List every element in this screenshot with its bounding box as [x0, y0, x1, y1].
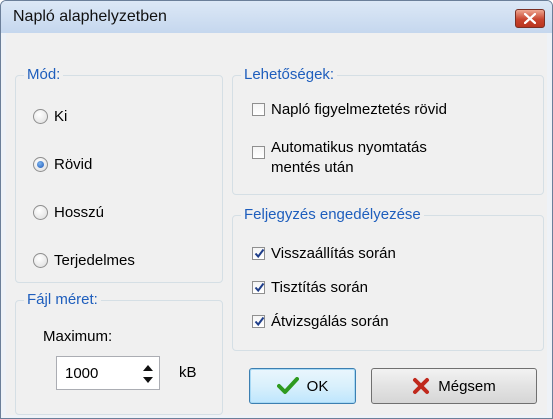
radio-indicator-selected[interactable] — [33, 157, 48, 172]
checkbox-label: Visszaállítás során — [271, 245, 396, 262]
checkmark-icon — [254, 248, 265, 259]
radio-indicator[interactable] — [33, 253, 48, 268]
cancel-button-label: Mégsem — [438, 377, 496, 395]
checkmark-ok-icon — [276, 377, 299, 394]
checkbox-label: Napló figyelmeztetés rövid — [271, 101, 447, 118]
checkmark-icon — [254, 282, 265, 293]
window-title: Napló alaphelyzetben — [13, 8, 167, 25]
ok-button-label: OK — [306, 377, 329, 395]
checkbox-indicator[interactable] — [252, 103, 265, 116]
checkbox-log-restore[interactable]: Visszaállítás során — [252, 245, 396, 262]
checkbox-indicator-checked[interactable] — [252, 281, 265, 294]
spin-arrows-icon[interactable] — [141, 362, 155, 386]
checkbox-indicator-checked[interactable] — [252, 247, 265, 260]
cancel-button[interactable]: Mégsem — [371, 368, 537, 404]
radio-label: Hosszú — [54, 204, 105, 221]
checkbox-label-line1: Automatikus nyomtatás — [271, 139, 427, 156]
size-unit-label: kB — [179, 364, 197, 381]
ok-button[interactable]: OK — [249, 368, 356, 404]
title-bar[interactable]: Napló alaphelyzetben — [1, 1, 552, 33]
options-legend: Lehetőségek: — [241, 66, 338, 84]
dialog-client-area: Mód: Ki Rövid Hosszú Terjedelmes Fájl mé… — [6, 33, 547, 415]
radio-label: Terjedelmes — [54, 252, 135, 269]
checkbox-log-scan[interactable]: Átvizsgálás során — [252, 313, 389, 330]
options-group: Lehetőségek: Napló figyelmeztetés rövid … — [232, 66, 544, 195]
checkbox-auto-print[interactable]: Automatikus nyomtatás mentés után — [252, 138, 427, 178]
close-button[interactable] — [515, 9, 545, 28]
radio-mode-off[interactable]: Ki — [33, 108, 67, 125]
close-icon — [524, 13, 536, 24]
maximum-label: Maximum: — [43, 328, 113, 345]
checkbox-log-clean[interactable]: Tisztítás során — [252, 279, 368, 296]
dialog-window: Napló alaphelyzetben Mód: Ki Rövid Hossz… — [0, 0, 553, 419]
checkbox-short-log-warning[interactable]: Napló figyelmeztetés rövid — [252, 101, 447, 118]
max-size-spinbox[interactable]: 1000 — [56, 356, 160, 390]
file-size-legend: Fájl méret: — [24, 291, 101, 309]
radio-indicator[interactable] — [33, 205, 48, 220]
radio-label: Rövid — [54, 156, 93, 173]
max-size-value[interactable]: 1000 — [65, 365, 98, 382]
radio-indicator[interactable] — [33, 109, 48, 124]
checkmark-icon — [254, 316, 265, 327]
checkbox-indicator[interactable] — [252, 146, 265, 159]
checkbox-indicator-checked[interactable] — [252, 315, 265, 328]
logging-legend: Feljegyzés engedélyezése — [241, 206, 424, 224]
radio-mode-short[interactable]: Rövid — [33, 156, 92, 173]
radio-mode-verbose[interactable]: Terjedelmes — [33, 252, 135, 269]
mode-group-legend: Mód: — [24, 66, 64, 84]
checkbox-label-line2: mentés után — [271, 159, 354, 176]
cancel-x-icon — [413, 378, 430, 394]
spin-buttons[interactable] — [141, 362, 155, 386]
checkbox-label: Átvizsgálás során — [271, 313, 389, 330]
checkbox-label-multiline: Automatikus nyomtatás mentés után — [271, 138, 427, 178]
mode-group: Mód: Ki Rövid Hosszú Terjedelmes — [15, 66, 223, 283]
radio-mode-long[interactable]: Hosszú — [33, 204, 104, 221]
checkbox-label: Tisztítás során — [271, 279, 368, 296]
logging-group: Feljegyzés engedélyezése Visszaállítás s… — [232, 206, 544, 351]
radio-label: Ki — [54, 108, 68, 125]
